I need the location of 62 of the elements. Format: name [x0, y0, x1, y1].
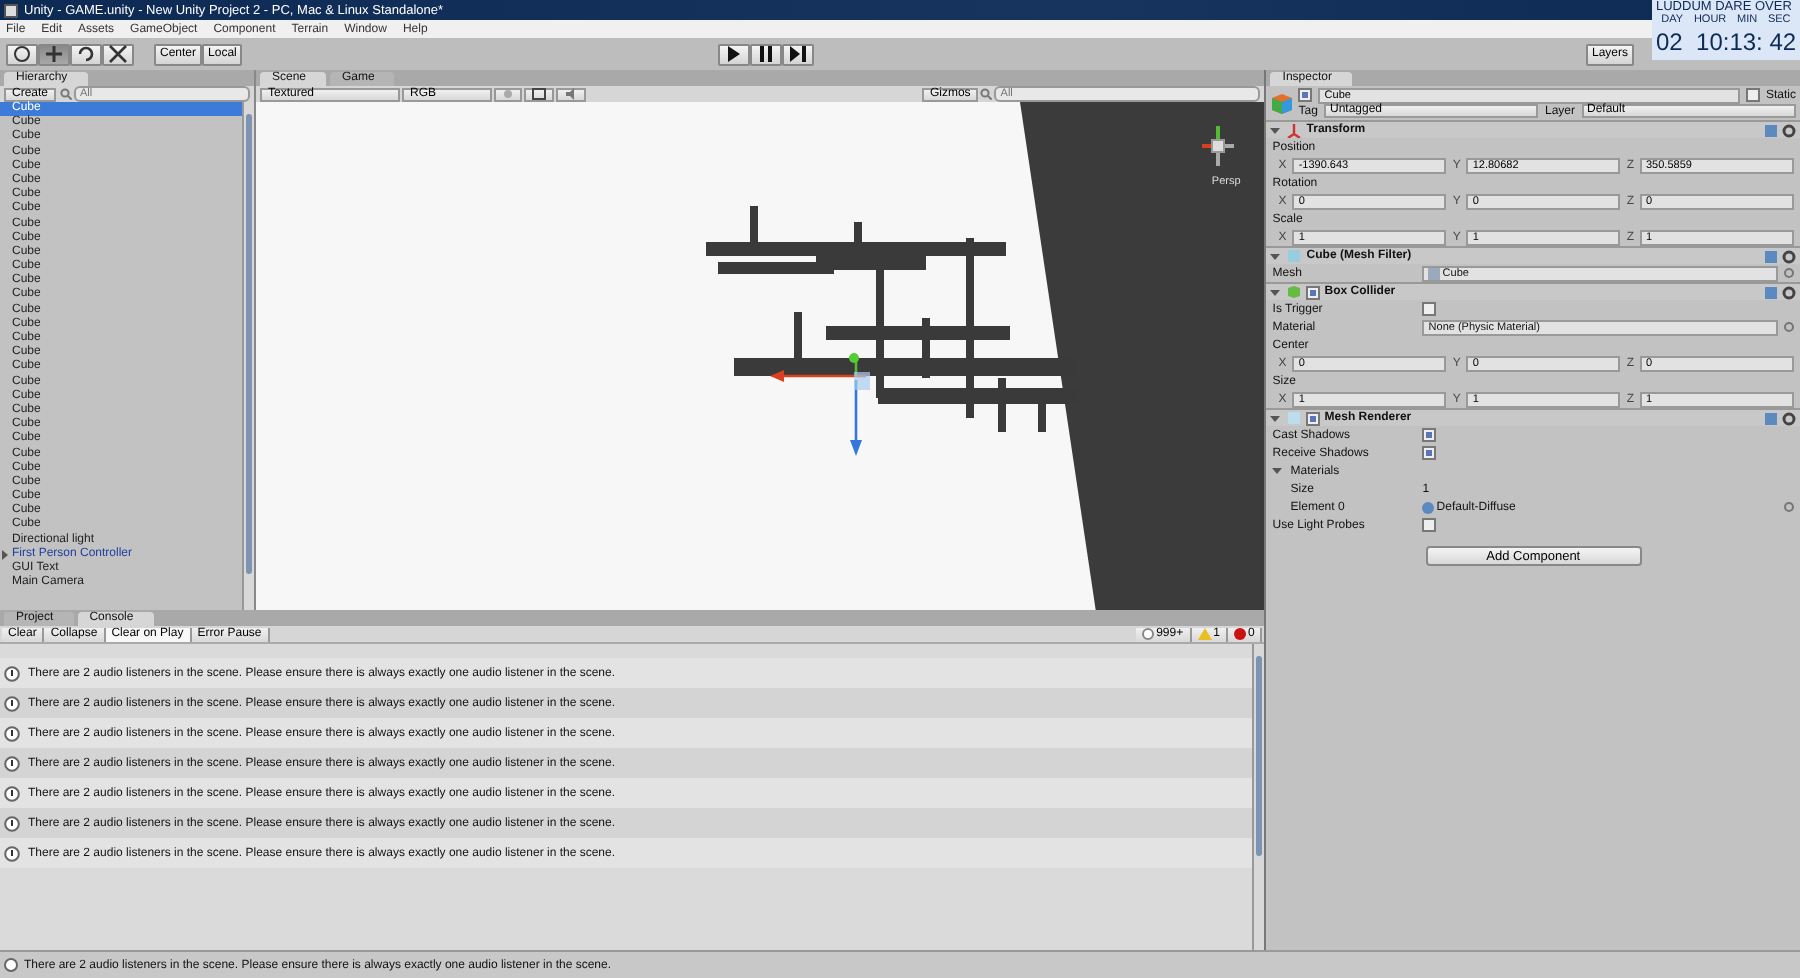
foldout-arrow-icon: [1270, 125, 1281, 135]
info-icon: [4, 695, 20, 711]
sun-icon: [502, 88, 514, 100]
foldout-arrow-icon: [1270, 413, 1281, 423]
settings-icon: [1782, 285, 1796, 299]
transform-gizmo-drawing: [770, 352, 870, 456]
info-icon: [4, 665, 20, 681]
mesh-icon: [1428, 267, 1441, 279]
countdown-value: 02 10:13: 42: [1656, 28, 1796, 56]
app-logo-icon: [4, 3, 18, 17]
lighting-toggle-button[interactable]: [494, 87, 522, 101]
component-enabled-checkbox[interactable]: [1306, 411, 1321, 425]
audio-toggle-button[interactable]: [556, 87, 586, 101]
component-enabled-checkbox[interactable]: [1306, 285, 1321, 299]
scrollbar[interactable]: [242, 102, 254, 610]
checkbox[interactable]: [1422, 428, 1437, 442]
info-icon: [4, 785, 20, 801]
pause-button[interactable]: [750, 43, 783, 65]
checkbox[interactable]: [1422, 518, 1437, 532]
move-icon: [44, 44, 64, 64]
play-button[interactable]: [718, 43, 751, 65]
cube-icon: [1270, 91, 1295, 115]
collider-cube-icon: [1286, 284, 1303, 300]
checkbox[interactable]: [1422, 302, 1437, 316]
image-icon: [532, 88, 546, 100]
settings-icon: [1782, 123, 1796, 137]
hand-tool-button[interactable]: [6, 43, 38, 65]
active-checkbox[interactable]: [1298, 88, 1313, 102]
info-icon: [4, 958, 18, 972]
scale-icon: [108, 44, 128, 64]
play-icon: [724, 44, 745, 64]
axes-icon: [1286, 122, 1303, 138]
foldout-arrow-icon: [1270, 251, 1281, 261]
object-picker-icon: [1784, 322, 1794, 332]
info-icon: [1142, 628, 1155, 640]
search-icon: [60, 88, 73, 100]
settings-icon: [1782, 411, 1796, 425]
checkbox[interactable]: [1422, 446, 1437, 460]
rotate-tool-button[interactable]: [70, 43, 102, 65]
rotate-icon: [76, 44, 96, 64]
scrollbar-thumb[interactable]: [1256, 656, 1263, 856]
object-picker-icon: [1784, 268, 1794, 278]
info-icon: [4, 815, 20, 831]
scrollbar[interactable]: [1252, 644, 1265, 950]
scrollbar-thumb[interactable]: [246, 114, 252, 574]
search-icon: [980, 88, 993, 100]
foldout-arrow-icon: [1270, 287, 1281, 297]
info-icon: [4, 845, 20, 861]
image-toggle-button[interactable]: [524, 87, 554, 101]
step-button[interactable]: [782, 43, 815, 65]
pause-icon: [756, 44, 777, 64]
move-tool-button[interactable]: [38, 43, 70, 65]
error-icon: [1233, 628, 1246, 640]
object-picker-icon: [1784, 502, 1794, 512]
settings-icon: [1782, 249, 1796, 263]
step-icon: [788, 44, 809, 64]
hand-tool-icon: [12, 44, 32, 64]
static-checkbox[interactable]: [1745, 88, 1760, 102]
info-icon: [4, 725, 20, 741]
info-icon: [4, 755, 20, 771]
sphere-icon: [1422, 501, 1435, 513]
scale-tool-button[interactable]: [102, 43, 134, 65]
